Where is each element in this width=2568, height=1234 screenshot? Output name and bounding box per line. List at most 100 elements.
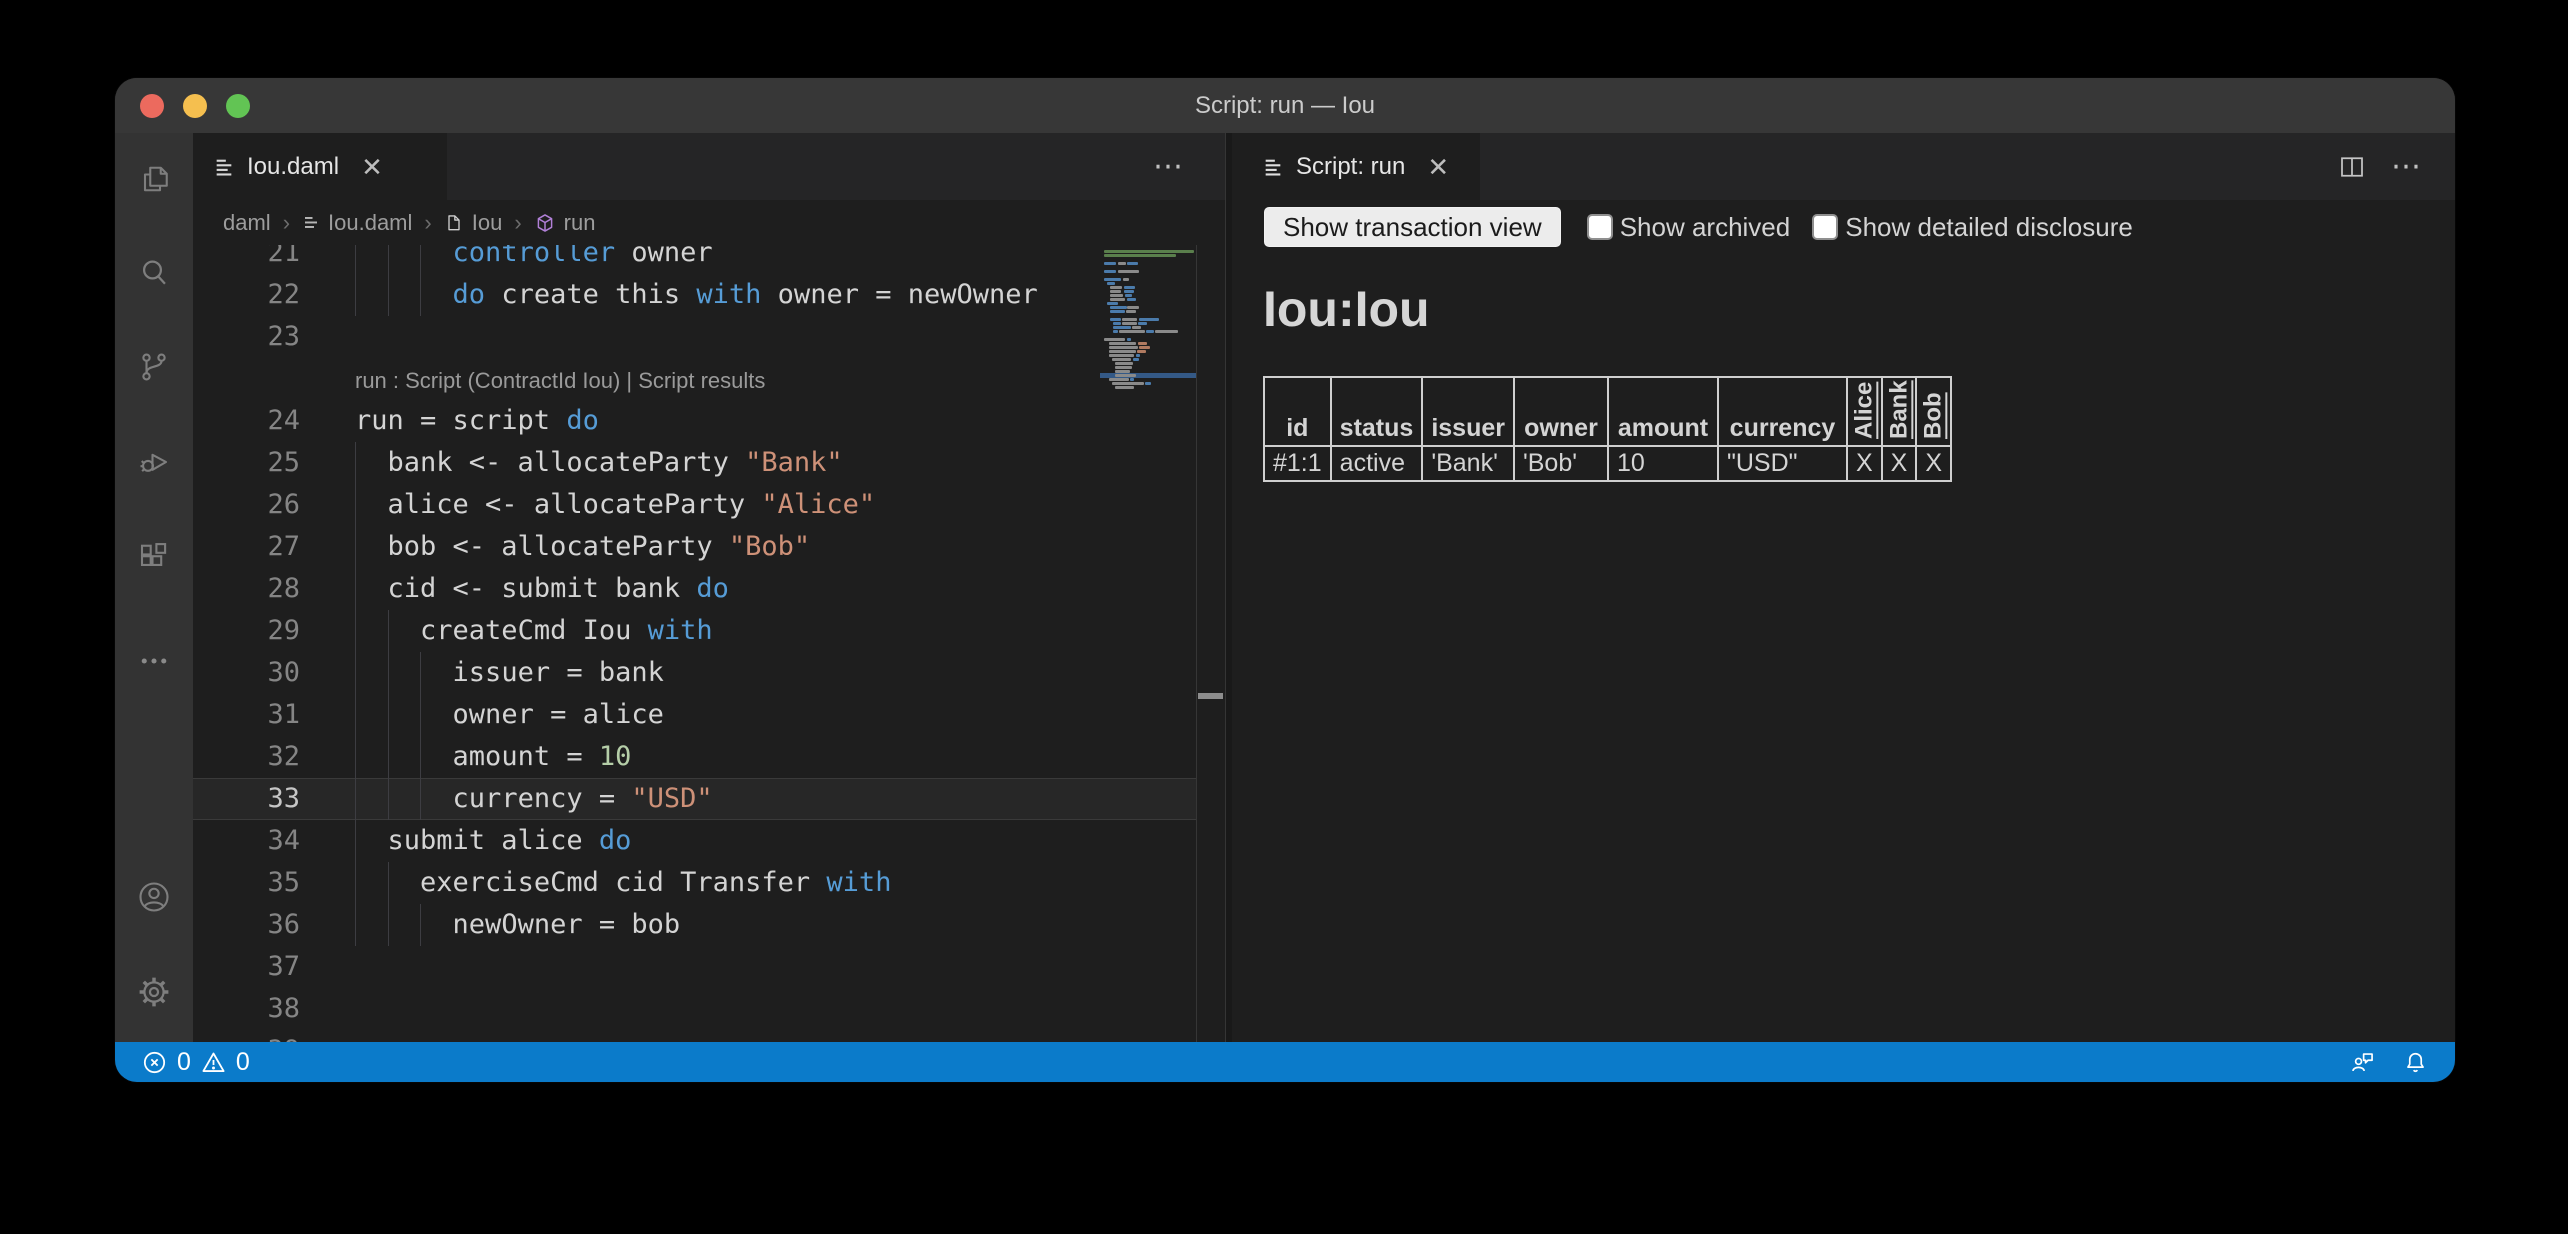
code-text: cid <- submit bank do <box>355 568 729 610</box>
tab-label: Iou.daml <box>247 153 339 181</box>
activity-bar <box>115 133 193 1042</box>
breadcrumb-item-daml[interactable]: daml <box>223 210 271 236</box>
tab-iou-daml[interactable]: Iou.daml ✕ <box>193 133 447 200</box>
column-header: amount <box>1608 377 1718 446</box>
code-text: owner = alice <box>355 694 664 736</box>
code-line[interactable]: 30 issuer = bank <box>193 652 1197 694</box>
code-line[interactable]: 39 <box>193 1030 1197 1042</box>
scrollbar-track[interactable] <box>1196 245 1197 1042</box>
accounts-icon[interactable] <box>136 879 172 915</box>
breadcrumb-item-file[interactable]: Iou.daml <box>302 210 412 236</box>
code-line[interactable]: 22 do create this with owner = newOwner <box>193 274 1197 316</box>
breadcrumb-separator: › <box>514 210 521 236</box>
code-text: newOwner = bob <box>355 904 680 946</box>
code-line[interactable]: 38 <box>193 988 1197 1030</box>
code-line[interactable]: 37 <box>193 946 1197 988</box>
minimap[interactable] <box>1100 245 1196 415</box>
column-header: issuer <box>1422 377 1514 446</box>
file-icon <box>444 213 464 233</box>
line-number[interactable]: 36 <box>193 904 300 946</box>
line-number[interactable]: 30 <box>193 652 300 694</box>
close-tab-icon[interactable]: ✕ <box>361 154 383 180</box>
run-and-debug-icon[interactable] <box>136 444 172 480</box>
window-title: Script: run — Iou <box>115 78 2455 133</box>
more-actions-icon[interactable]: ⋯ <box>1153 149 1187 184</box>
show-transaction-view-button[interactable]: Show transaction view <box>1264 207 1561 247</box>
line-number[interactable]: 29 <box>193 610 300 652</box>
split-editor-icon[interactable] <box>2337 152 2367 182</box>
line-number[interactable]: 22 <box>193 274 300 316</box>
problems-status[interactable]: 0 0 <box>141 1042 250 1082</box>
line-number[interactable]: 25 <box>193 442 300 484</box>
show-archived-checkbox-group: Show archived <box>1587 212 1791 243</box>
line-number[interactable]: 24 <box>193 400 300 442</box>
line-number[interactable]: 31 <box>193 694 300 736</box>
code-text: bob <- allocateParty "Bob" <box>355 526 810 568</box>
editor-group-left: Iou.daml ✕ ⋯ daml › <box>193 133 1225 1042</box>
close-tab-icon[interactable]: ✕ <box>1427 154 1449 180</box>
party-column-header: Bank <box>1882 377 1917 446</box>
table-cell: "USD" <box>1718 446 1847 481</box>
source-control-icon[interactable] <box>136 349 172 385</box>
feedback-icon[interactable] <box>2349 1049 2376 1076</box>
party-column-header: Alice <box>1847 377 1882 446</box>
more-actions-icon[interactable] <box>136 643 172 679</box>
show-archived-checkbox[interactable] <box>1587 214 1613 240</box>
minimap-line <box>1100 386 1196 390</box>
column-header: currency <box>1718 377 1847 446</box>
code-line[interactable]: 28 cid <- submit bank do <box>193 568 1197 610</box>
code-line[interactable]: 25 bank <- allocateParty "Bank" <box>193 442 1197 484</box>
code-line[interactable]: 24run = script do <box>193 400 1197 442</box>
status-bar-right <box>2349 1042 2429 1082</box>
line-number[interactable]: 32 <box>193 736 300 778</box>
table-cell: 'Bank' <box>1422 446 1514 481</box>
line-number[interactable]: 34 <box>193 820 300 862</box>
show-detailed-disclosure-checkbox[interactable] <box>1812 214 1838 240</box>
code-text: bank <- allocateParty "Bank" <box>355 442 843 484</box>
code-line[interactable]: 35 exerciseCmd cid Transfer with <box>193 862 1197 904</box>
code-line[interactable]: 32 amount = 10 <box>193 736 1197 778</box>
tab-label: Script: run <box>1296 153 1405 181</box>
code-line[interactable]: 31 owner = alice <box>193 694 1197 736</box>
code-editor[interactable]: 21 controller owner22 do create this wit… <box>193 245 1225 1042</box>
symbol-method-cube-icon <box>534 212 556 234</box>
code-line[interactable]: 33 currency = "USD" <box>193 778 1197 820</box>
line-number[interactable]: 27 <box>193 526 300 568</box>
line-number[interactable]: 35 <box>193 862 300 904</box>
more-actions-icon[interactable]: ⋯ <box>2391 149 2425 184</box>
code-line[interactable]: 34 submit alice do <box>193 820 1197 862</box>
sash-handle[interactable] <box>1198 693 1223 699</box>
explorer-icon[interactable] <box>136 161 172 197</box>
table-header: idstatusissuerowneramountcurrencyAliceBa… <box>1264 377 1951 446</box>
line-number[interactable]: 23 <box>193 316 300 358</box>
code-text: amount = 10 <box>355 736 631 778</box>
line-number[interactable]: 38 <box>193 988 300 1030</box>
settings-gear-icon[interactable] <box>136 974 172 1010</box>
line-number[interactable]: 21 <box>193 245 300 274</box>
code-line[interactable]: 21 controller owner <box>193 245 1197 274</box>
line-number[interactable]: 33 <box>193 778 300 820</box>
line-number[interactable]: 37 <box>193 946 300 988</box>
line-number[interactable]: 39 <box>193 1030 300 1042</box>
party-signatory-cell: X <box>1847 446 1882 481</box>
title-bar[interactable]: Script: run — Iou <box>115 78 2455 133</box>
code-line[interactable]: 27 bob <- allocateParty "Bob" <box>193 526 1197 568</box>
code-line[interactable]: 26 alice <- allocateParty "Alice" <box>193 484 1197 526</box>
code-line[interactable]: 36 newOwner = bob <box>193 904 1197 946</box>
code-line[interactable]: 23 <box>193 316 1197 358</box>
script-results-webview: Show transaction view Show archived Show… <box>1232 200 2455 1042</box>
tab-script-run[interactable]: Script: run ✕ <box>1232 133 1480 200</box>
breadcrumb-item-symbol-run[interactable]: run <box>534 210 596 236</box>
codelens-link[interactable]: run : Script (ContractId Iou) | Script r… <box>355 358 765 400</box>
breadcrumb-item-module[interactable]: Iou <box>444 210 503 236</box>
line-number[interactable]: 28 <box>193 568 300 610</box>
notifications-bell-icon[interactable] <box>2402 1049 2429 1076</box>
line-number[interactable]: 26 <box>193 484 300 526</box>
script-view-icon <box>1262 156 1284 178</box>
checkbox-label: Show detailed disclosure <box>1845 212 2133 243</box>
extensions-icon[interactable] <box>136 539 172 575</box>
daml-file-icon <box>302 214 320 232</box>
table-cell: 10 <box>1608 446 1718 481</box>
search-icon[interactable] <box>136 255 172 291</box>
code-line[interactable]: 29 createCmd Iou with <box>193 610 1197 652</box>
